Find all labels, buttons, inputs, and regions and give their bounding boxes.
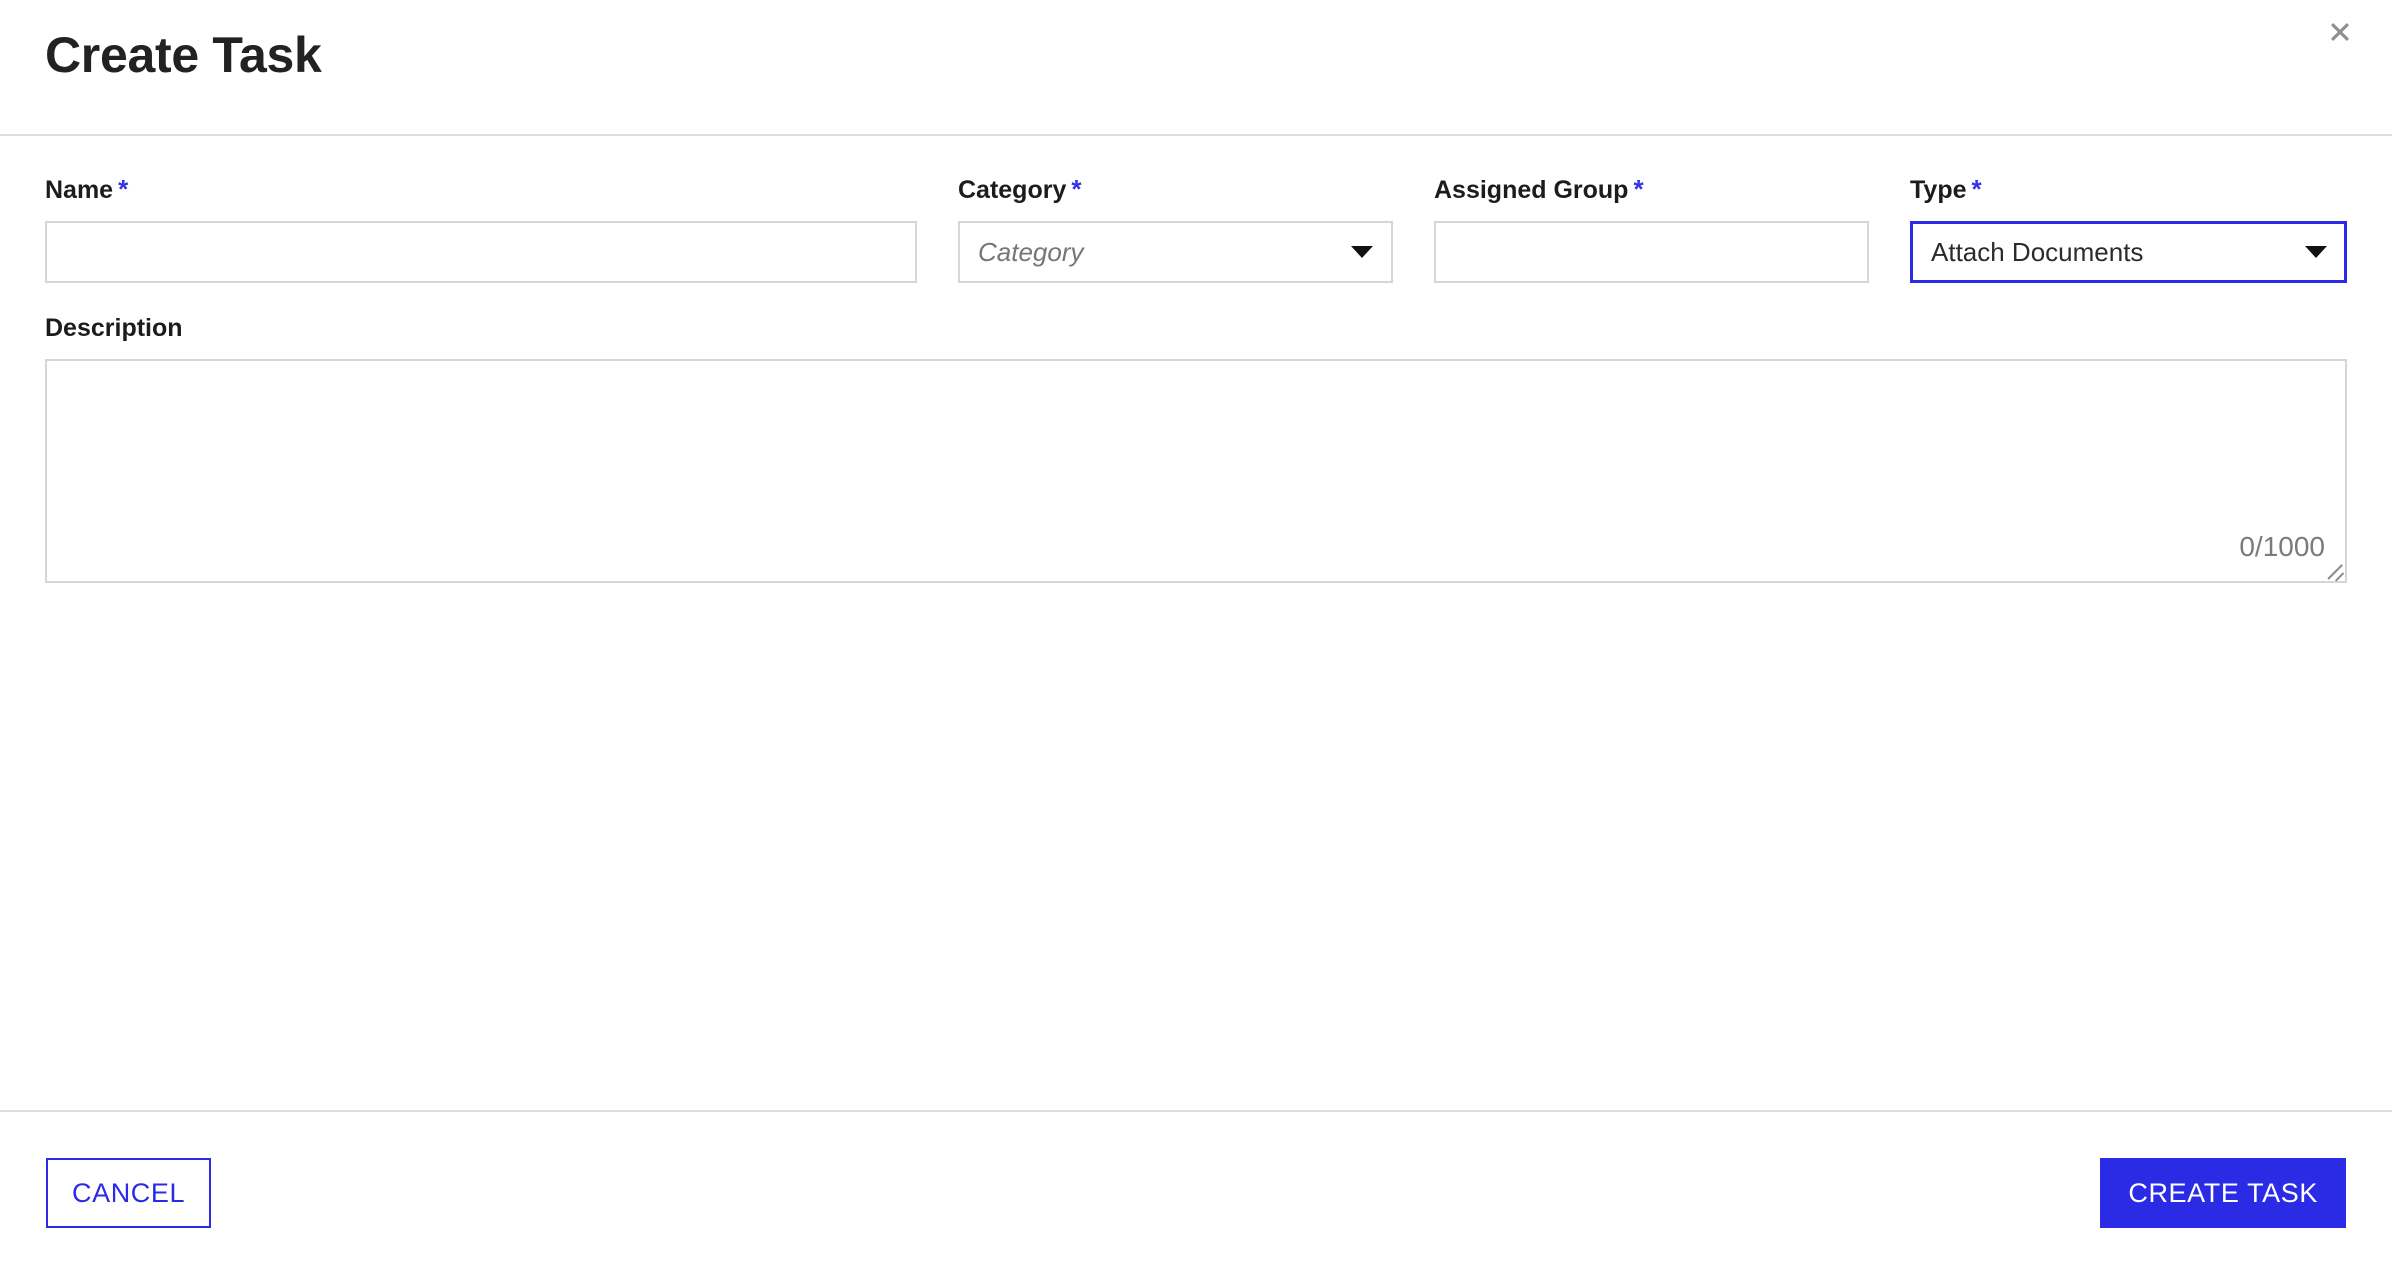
close-icon [2322,14,2358,50]
field-assigned-group: Assigned Group * [1434,176,1869,283]
assigned-group-input[interactable] [1434,221,1869,283]
field-assigned-group-label-text: Assigned Group [1434,176,1629,204]
description-textarea[interactable] [45,359,2347,583]
required-asterisk: * [1633,174,1644,204]
form-field-row: Name * Category * Category Assigned Group * [45,176,2347,283]
field-name-label-text: Name [45,176,114,204]
dialog-header: Create Task [0,0,2392,136]
category-select-wrap: Category [958,221,1393,283]
field-category-label-text: Category [958,176,1067,204]
field-type: Type * Attach Documents [1910,176,2347,283]
close-button[interactable] [2316,8,2364,56]
field-description-label: Description [45,314,183,342]
cancel-button[interactable]: CANCEL [46,1158,212,1228]
field-category: Category * Category [958,176,1393,283]
field-name: Name * [45,176,917,283]
field-category-label: Category * [958,176,1393,203]
description-textarea-wrap: 0/1000 [45,359,2347,583]
field-description: Description 0/1000 [45,316,2347,583]
required-asterisk: * [1971,174,1982,204]
category-select[interactable]: Category [958,221,1393,283]
type-select[interactable]: Attach Documents [1910,221,2347,283]
field-type-label-text: Type [1910,176,1967,204]
dialog-body: Name * Category * Category Assigned Group * [0,136,2392,1110]
field-name-label: Name * [45,176,917,203]
required-asterisk: * [1071,174,1082,204]
dialog-footer: CANCEL CREATE TASK [0,1110,2392,1272]
required-asterisk: * [118,174,129,204]
create-task-dialog: Create Task Name * Category * Category A… [0,0,2392,1272]
name-input[interactable] [45,221,917,283]
type-select-wrap: Attach Documents [1910,221,2347,283]
create-task-button[interactable]: CREATE TASK [2100,1158,2346,1228]
field-type-label: Type * [1910,176,2347,203]
field-assigned-group-label: Assigned Group * [1434,176,1869,203]
page-title: Create Task [45,27,322,83]
